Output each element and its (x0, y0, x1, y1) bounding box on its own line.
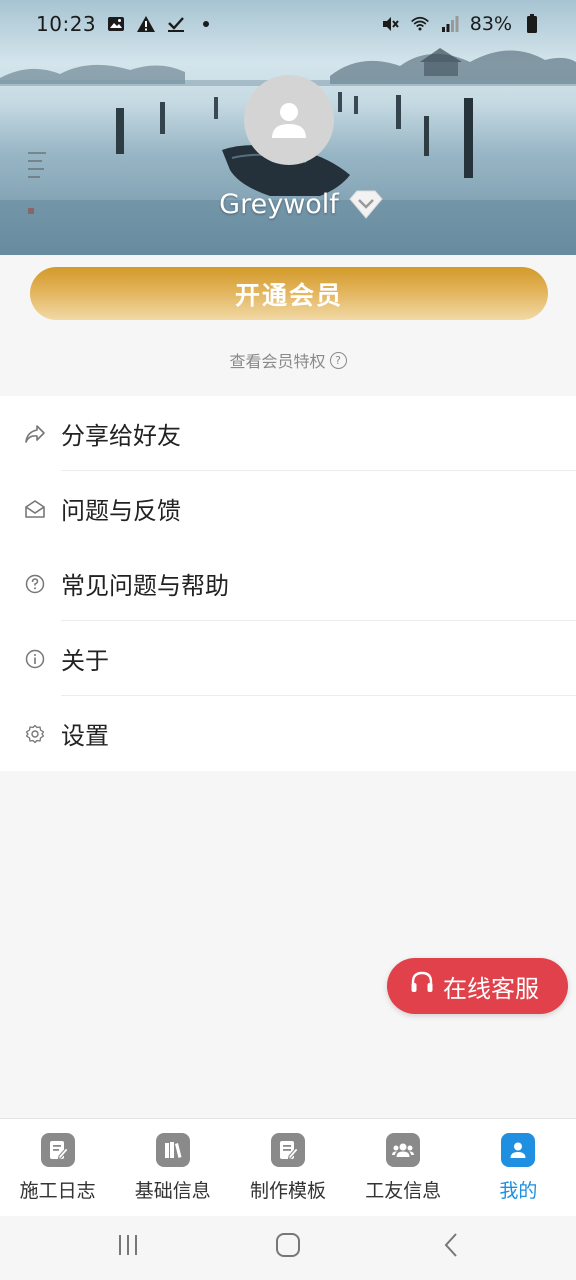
dot-icon (196, 14, 216, 34)
books-icon (155, 1133, 190, 1167)
nav-label: 制作模板 (250, 1180, 327, 1202)
mute-icon (380, 14, 400, 34)
diamond-icon (349, 189, 383, 223)
menu-item-feedback[interactable]: 问题与反馈 (0, 471, 576, 546)
nav-item-mine[interactable]: 我的 (461, 1119, 576, 1216)
mail-icon (24, 498, 46, 520)
nav-item-worker-info[interactable]: 工友信息 (346, 1119, 461, 1216)
menu-item-share[interactable]: 分享给好友 (0, 396, 576, 471)
nav-item-make-template[interactable]: 制作模板 (230, 1119, 345, 1216)
task-check-icon (166, 14, 186, 34)
status-time: 10:23 (36, 12, 97, 36)
share-icon (24, 423, 46, 445)
menu-item-faq[interactable]: 常见问题与帮助 (0, 546, 576, 621)
template-icon (271, 1133, 305, 1167)
question-circle-icon: ? (329, 351, 347, 369)
bottom-nav: 施工日志 基础信息 制作模板 工友信息 我的 (0, 1118, 576, 1216)
recent-apps-button[interactable] (114, 1230, 142, 1260)
user-icon (501, 1133, 536, 1167)
home-icon (276, 1233, 300, 1257)
vip-section: 开通会员 查看会员特权 ? (0, 255, 576, 395)
gallery-icon (106, 14, 126, 34)
menu-item-label: 问题与反馈 (61, 497, 181, 525)
menu-item-label: 常见问题与帮助 (61, 572, 229, 600)
back-button[interactable] (438, 1230, 466, 1260)
menu-item-about[interactable]: 关于 (0, 621, 576, 696)
battery-percent: 83% (469, 13, 512, 35)
view-privileges-label: 查看会员特权 (229, 352, 326, 371)
status-bar: 10:23 83% (0, 0, 576, 48)
info-icon (24, 648, 46, 670)
avatar[interactable] (244, 75, 334, 165)
status-left: 10:23 (36, 12, 216, 36)
nav-label: 工友信息 (365, 1180, 442, 1202)
group-icon (386, 1133, 421, 1167)
back-icon (444, 1233, 457, 1257)
recent-apps-icon (119, 1235, 137, 1255)
menu-item-settings[interactable]: 设置 (0, 696, 576, 771)
wifi-icon (410, 14, 430, 34)
system-nav-bar (0, 1216, 576, 1280)
settings-menu: 分享给好友 问题与反馈 常见问题与帮助 关于 设置 (0, 396, 576, 771)
view-privileges-link[interactable]: 查看会员特权 ? (0, 348, 576, 372)
menu-item-label: 关于 (61, 647, 109, 675)
nav-label: 基础信息 (134, 1180, 211, 1202)
headset-icon (409, 970, 435, 1002)
nav-item-basic-info[interactable]: 基础信息 (115, 1119, 230, 1216)
battery-icon (522, 14, 542, 34)
status-right: 83% (380, 13, 542, 35)
nav-label: 我的 (499, 1180, 538, 1202)
online-service-button[interactable]: 在线客服 (387, 958, 568, 1014)
nav-label: 施工日志 (19, 1180, 96, 1202)
gear-icon (24, 723, 46, 745)
online-service-label: 在线客服 (443, 974, 539, 1003)
home-button[interactable] (274, 1230, 302, 1260)
help-icon (24, 573, 46, 595)
menu-item-label: 分享给好友 (61, 422, 181, 450)
open-membership-button[interactable]: 开通会员 (30, 267, 548, 320)
warning-icon (136, 14, 156, 34)
log-icon (40, 1133, 75, 1167)
username: Greywolf (219, 188, 339, 220)
user-placeholder-icon (272, 103, 306, 138)
menu-item-label: 设置 (61, 722, 109, 750)
username-row: Greywolf (0, 184, 576, 224)
nav-item-construction-log[interactable]: 施工日志 (0, 1119, 115, 1216)
signal-icon (440, 14, 460, 34)
profile-header: 10:23 83% Greywolf (0, 0, 576, 255)
